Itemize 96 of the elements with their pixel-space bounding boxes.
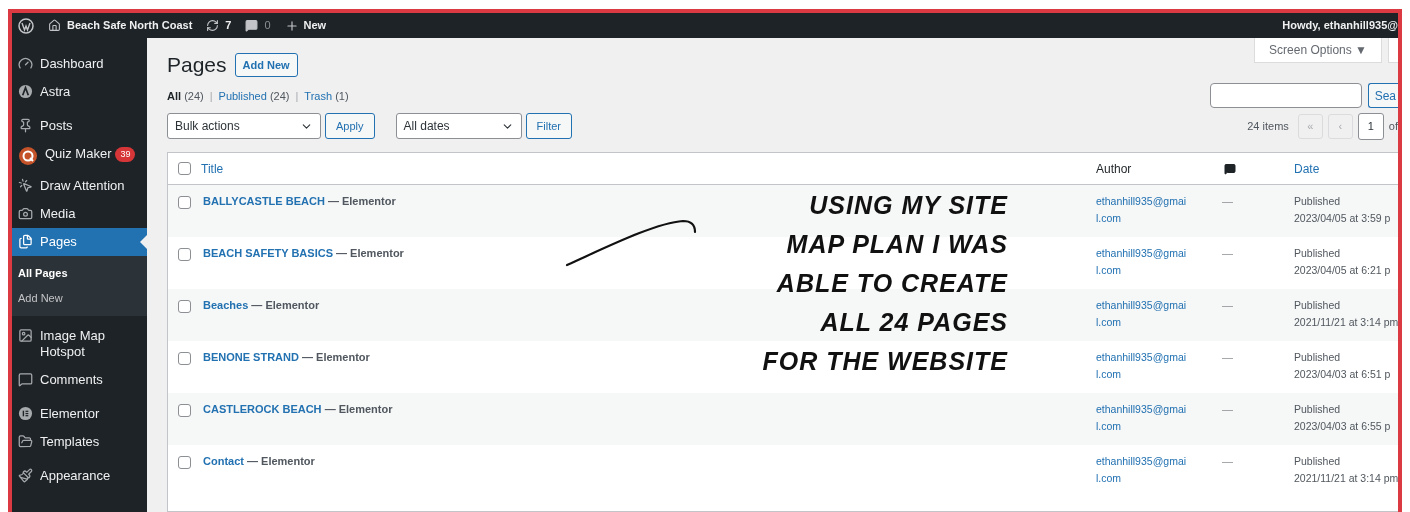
quiz-logo-icon: [18, 146, 38, 166]
sidebar-item[interactable]: Astra: [12, 78, 147, 106]
row-checkbox[interactable]: [178, 352, 191, 365]
date-filter-select[interactable]: All dates: [395, 113, 522, 139]
filter-button[interactable]: Filter: [525, 113, 572, 139]
sidebar-item[interactable]: Quiz Maker 39: [12, 140, 147, 172]
page-state: — Elementor: [336, 247, 404, 259]
item-count: 24 items: [1247, 118, 1289, 134]
plus-icon: [284, 18, 299, 33]
sidebar-item[interactable]: Appearance: [12, 462, 147, 490]
page-title-link[interactable]: CASTLEROCK BEACH: [203, 403, 322, 415]
publish-date: Published 2023/04/05 at 6:21 p: [1293, 246, 1392, 278]
speech-bubble-icon: [245, 19, 259, 32]
search-button[interactable]: Sea: [1367, 83, 1398, 108]
author-column-header: Author: [1096, 160, 1133, 178]
wordpress-logo-icon[interactable]: [18, 17, 34, 34]
sidebar-item[interactable]: Dashboard: [12, 50, 147, 78]
row-checkbox[interactable]: [178, 456, 191, 469]
author-link[interactable]: ethanhill935@gmai l.com: [1096, 453, 1218, 497]
home-icon: [48, 19, 61, 32]
title-column-header[interactable]: Title: [198, 159, 1096, 178]
row-checkbox[interactable]: [178, 404, 191, 417]
page-number-field[interactable]: 1: [1357, 112, 1384, 140]
sidebar-item[interactable]: Media: [12, 200, 147, 228]
select-all-checkbox[interactable]: [178, 162, 191, 175]
site-link[interactable]: Beach Safe North Coast: [48, 17, 193, 34]
screen-options-button[interactable]: Screen Options ▼: [1254, 38, 1382, 63]
author-link[interactable]: ethanhill935@gmai l.com: [1096, 245, 1218, 289]
author-link[interactable]: ethanhill935@gmai l.com: [1096, 193, 1218, 237]
elementor-logo-icon: [18, 406, 33, 421]
view-filter-link[interactable]: Trash (1): [304, 87, 349, 104]
sidebar-item[interactable]: Comments: [12, 366, 147, 394]
comment-count: —: [1221, 454, 1234, 469]
submenu-item[interactable]: Add New: [12, 286, 147, 311]
folder-icon: [18, 434, 33, 449]
page-state: — Elementor: [302, 351, 370, 363]
publish-date: Published 2023/04/03 at 6:55 p: [1293, 402, 1392, 434]
new-link[interactable]: New: [284, 17, 327, 34]
speech-bubble-icon: [18, 372, 33, 387]
page-state: — Elementor: [327, 195, 396, 207]
sidebar-item[interactable]: Pages: [12, 228, 147, 256]
view-filter-link[interactable]: Published (24): [218, 87, 290, 104]
publish-date: Published 2023/04/03 at 6:51 p: [1293, 350, 1392, 382]
page-title-link[interactable]: BALLYCASTLE BEACH: [203, 195, 325, 207]
comment-count: —: [1221, 194, 1234, 209]
page-title: Pages: [167, 52, 227, 79]
bulk-actions-select[interactable]: Bulk actions: [167, 113, 321, 139]
image-pointer-icon: [18, 178, 33, 193]
apply-button[interactable]: Apply: [325, 113, 375, 139]
handwritten-note: USING MY SITE MAP PLAN I WAS ABLE TO CREATE ALL 24 PAGES FOR THE WEBSITE: [761, 190, 1008, 377]
account-link[interactable]: Howdy, ethanhill935@: [1282, 17, 1398, 34]
sidebar-item[interactable]: Templates: [12, 428, 147, 456]
sidebar-item[interactable]: Draw Attention: [12, 172, 147, 200]
add-new-button[interactable]: Add New: [234, 53, 298, 77]
camera-icon: [18, 206, 33, 221]
page-title-link[interactable]: BEACH SAFETY BASICS: [203, 247, 333, 259]
pin-icon: [18, 118, 33, 133]
publish-date: Published 2021/11/21 at 3:14 pm: [1293, 298, 1398, 330]
sidebar-item[interactable]: Posts: [12, 112, 147, 140]
author-link[interactable]: ethanhill935@gmai l.com: [1096, 349, 1218, 393]
view-separator: |: [209, 88, 213, 104]
date-column-header[interactable]: Date: [1290, 159, 1398, 178]
page-state: — Elementor: [324, 403, 393, 415]
sidebar-item[interactable]: Image Map Hotspot: [12, 322, 147, 366]
comments-link[interactable]: 0: [245, 17, 271, 34]
count-badge: 39: [115, 146, 136, 162]
view-separator: |: [295, 88, 299, 104]
submenu-item[interactable]: All Pages: [12, 261, 147, 286]
refresh-icon: [206, 19, 220, 32]
page-title-link[interactable]: Beaches: [203, 299, 249, 311]
page-title-link[interactable]: Contact: [203, 455, 244, 467]
author-link[interactable]: ethanhill935@gmai l.com: [1096, 297, 1218, 341]
pages-icon: [18, 234, 33, 249]
sidebar-item[interactable]: Elementor: [12, 400, 147, 428]
comment-bubble-icon: [1224, 162, 1236, 175]
row-checkbox[interactable]: [178, 248, 191, 261]
comment-count: —: [1221, 246, 1234, 261]
comment-count: —: [1221, 298, 1234, 313]
page-title-link[interactable]: BENONE STRAND: [203, 351, 299, 363]
author-link[interactable]: ethanhill935@gmai l.com: [1096, 401, 1218, 445]
row-checkbox[interactable]: [178, 196, 191, 209]
search-field[interactable]: [1209, 83, 1362, 108]
publish-date: Published 2021/11/21 at 3:14 pm: [1293, 454, 1398, 486]
updates-link[interactable]: 7: [206, 17, 232, 34]
paintbrush-icon: [18, 468, 33, 483]
comment-count: —: [1221, 402, 1234, 417]
publish-date: Published 2023/04/05 at 3:59 p: [1293, 194, 1392, 226]
page-total: of: [1388, 118, 1398, 134]
astra-logo-icon: [18, 84, 33, 99]
view-filter-link[interactable]: All (24): [167, 87, 204, 104]
page-state: — Elementor: [247, 455, 315, 467]
image-icon: [18, 328, 33, 343]
row-checkbox[interactable]: [178, 300, 191, 313]
page-state: — Elementor: [251, 299, 320, 311]
comment-count: —: [1221, 350, 1234, 365]
gauge-icon: [18, 56, 33, 71]
